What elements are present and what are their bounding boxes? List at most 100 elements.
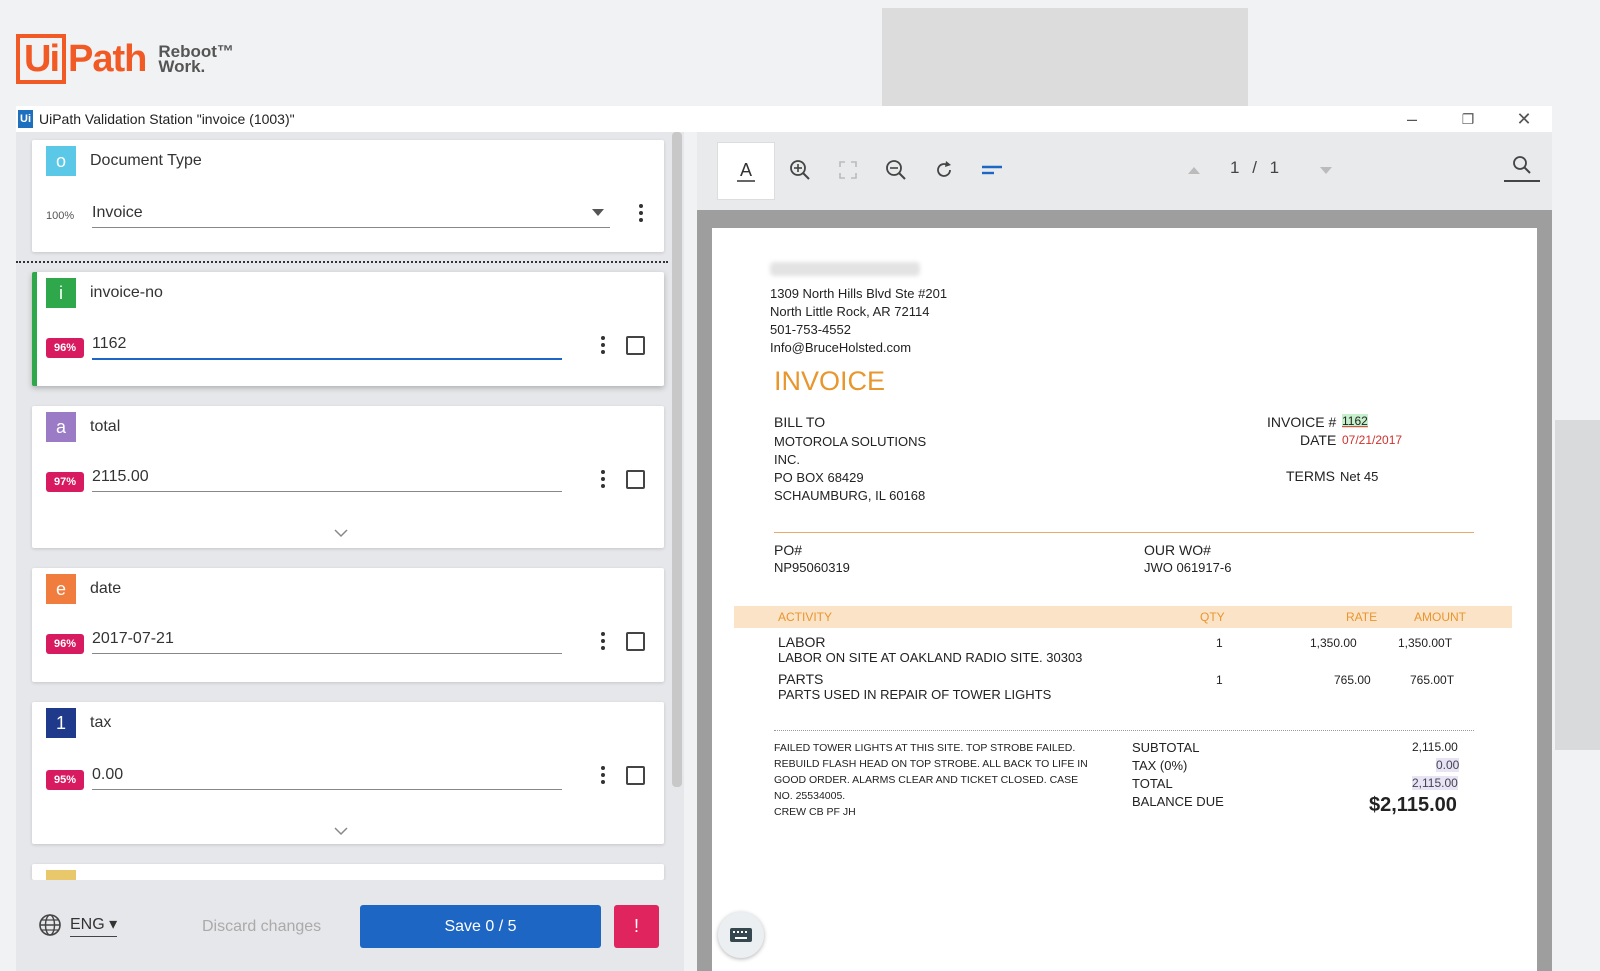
total-menu-icon[interactable] [597,468,609,490]
zoom-in-icon [790,160,810,180]
keyboard-icon [730,928,752,942]
tax-badge: 1 [46,708,76,738]
fields-panel [16,132,684,971]
line2-desc: PARTS USED IN REPAIR OF TOWER LIGHTS [778,687,1052,702]
discard-changes-button[interactable]: Discard changes [202,918,321,936]
terms-value: Net 45 [1340,469,1379,484]
viewer-toolbar [697,132,1552,210]
save-button[interactable]: Save 0 / 5 [360,905,601,948]
document-type-confidence: 100% [46,210,75,222]
text-tool-icon: A [737,160,755,182]
note-line3: GOOD ORDER. ALARMS CLEAR AND TICKET CLOS… [774,774,1079,786]
logo-path-text: Path [68,37,147,80]
tax-confirm-checkbox[interactable] [626,766,645,785]
date-confirm-checkbox[interactable] [626,632,645,651]
line1-qty: 1 [1216,636,1223,650]
wo-value: JWO 061917-6 [1144,560,1232,575]
col-rate: RATE [1346,610,1378,624]
po-value: NP95060319 [774,560,850,575]
line1-title: LABOR [778,634,826,650]
background-block [882,8,1248,106]
zoom-out-icon [886,160,906,180]
next-field-badge [46,870,76,880]
fit-page-icon [839,161,857,179]
exception-button[interactable]: ! [614,905,659,948]
line2-rate: 765.00 [1334,673,1371,687]
line1-amount: 1,350.00T [1398,636,1453,650]
search-button[interactable] [1504,150,1540,182]
chevron-down-icon[interactable] [334,526,348,540]
tax-value-doc[interactable]: 0.00 [1436,758,1460,772]
field-card-date[interactable]: e date 96% [32,568,664,682]
invoice-date-value[interactable]: 07/21/2017 [1342,433,1402,447]
invoice-heading: INVOICE [774,366,886,396]
total-value-doc[interactable]: 2,115.00 [1412,776,1458,790]
tax-label-doc: TAX (0%) [1132,758,1188,773]
invoice-number-label: INVOICE # [1267,414,1337,430]
page-down-icon[interactable] [1320,167,1332,174]
total-label: total [90,418,121,435]
page-indicator: 1 / 1 [1230,158,1283,178]
chevron-down-icon[interactable] [334,824,348,838]
document-type-menu-icon[interactable] [635,202,647,224]
fields-scrollbar[interactable] [672,132,682,787]
field-card-next[interactable] [32,864,664,880]
line1-rate: 1,350.00 [1310,636,1357,650]
page-total: 1 [1269,158,1284,177]
language-value: ENG ▾ [70,914,118,937]
svg-text:A: A [740,160,752,180]
wo-label: OUR WO# [1144,542,1211,558]
invoice-no-label: invoice-no [90,284,163,301]
field-card-invoice-no[interactable]: i invoice-no 96% [32,272,664,386]
document-type-select[interactable]: Invoice [92,198,610,228]
document-type-card: o Document Type 100% Invoice [32,140,664,252]
line1-desc: LABOR ON SITE AT OAKLAND RADIO SITE. 303… [778,650,1083,665]
subtotal-label: SUBTOTAL [1132,740,1200,755]
invoice-no-menu-icon[interactable] [597,334,609,356]
rotate-icon [937,161,951,177]
close-button[interactable]: ✕ [1506,106,1542,132]
globe-icon [39,914,61,936]
invoice-no-confirm-checkbox[interactable] [626,336,645,355]
field-card-tax[interactable]: 1 tax 95% [32,702,664,844]
text-layer-button[interactable] [976,154,1008,186]
bill-to-line3: PO BOX 68429 [774,470,864,485]
keyboard-shortcuts-button[interactable] [718,912,764,958]
bill-to-label: BILL TO [774,414,826,430]
window-titlebar: Ui UiPath Validation Station "invoice (1… [16,106,1552,132]
language-label: ENG [70,915,105,933]
language-selector[interactable]: ENG ▾ [38,913,118,937]
note-line1: FAILED TOWER LIGHTS AT THIS SITE. TOP ST… [774,742,1076,754]
invoice-number-value[interactable]: 1162 [1342,414,1368,428]
text-lines-icon [982,165,1002,175]
minimize-button[interactable]: – [1394,106,1430,132]
field-card-total[interactable]: a total 97% [32,406,664,548]
line-items-header: ACTIVITY QTY RATE AMOUNT [734,606,1512,628]
col-amount: AMOUNT [1414,610,1466,624]
invoice-no-input[interactable] [92,330,562,360]
rotate-button[interactable] [928,154,960,186]
document-type-badge: o [46,146,76,176]
date-input[interactable] [92,624,562,654]
zoom-in-button[interactable] [784,154,816,186]
page-separator: / [1252,158,1261,177]
text-select-tool[interactable]: A [717,142,775,200]
subtotal-value: 2,115.00 [1412,740,1458,754]
invoice-phone: 501-753-4552 [770,322,851,337]
fit-page-button[interactable] [832,154,864,186]
total-badge: a [46,412,76,442]
background-shape [1555,420,1600,750]
totals-divider [774,730,1474,731]
total-confirm-checkbox[interactable] [626,470,645,489]
restore-button[interactable]: ❐ [1450,106,1486,132]
date-menu-icon[interactable] [597,630,609,652]
search-icon [1513,156,1531,174]
note-line2: REBUILD FLASH HEAD ON TOP STROBE. ALL BA… [774,758,1088,770]
tax-input[interactable] [92,760,562,790]
total-input[interactable] [92,462,562,492]
tax-menu-icon[interactable] [597,764,609,786]
zoom-out-button[interactable] [880,154,912,186]
logo-ui-box: Ui [16,34,66,84]
page-up-icon[interactable] [1188,167,1200,174]
balance-due-value: $2,115.00 [1369,794,1457,816]
